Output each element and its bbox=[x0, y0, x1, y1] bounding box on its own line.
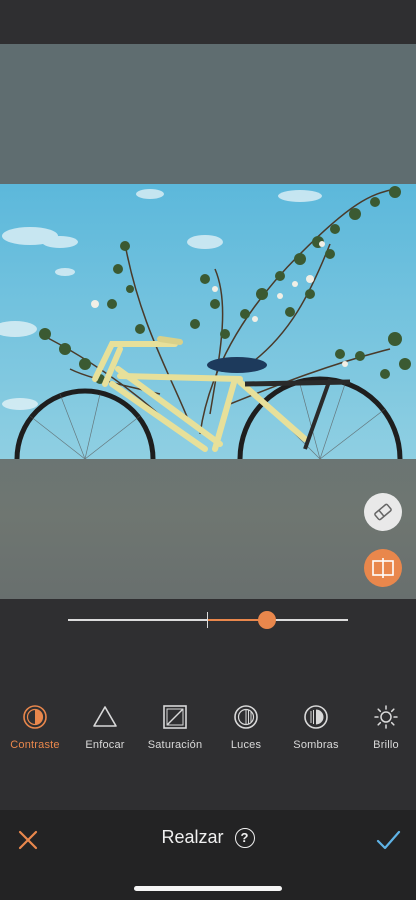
tool-contrast[interactable]: Contraste bbox=[0, 700, 71, 751]
tool-label: Enfocar bbox=[85, 739, 125, 751]
tool-saturation[interactable]: Saturación bbox=[139, 700, 211, 751]
tool-label: Luces bbox=[230, 739, 262, 751]
highlights-icon bbox=[234, 705, 258, 729]
editor-title-group: Realzar ? bbox=[0, 827, 416, 848]
adjustment-slider[interactable] bbox=[68, 611, 348, 629]
tool-brightness[interactable]: Brillo bbox=[350, 700, 416, 751]
split-compare-icon bbox=[372, 558, 394, 578]
confirm-button[interactable] bbox=[374, 826, 402, 854]
tool-label: Saturación bbox=[147, 739, 203, 751]
shadows-icon bbox=[304, 705, 328, 729]
slider-thumb[interactable] bbox=[258, 611, 276, 629]
tool-label: Brillo bbox=[373, 739, 399, 751]
eraser-icon bbox=[374, 503, 392, 521]
compare-split-button[interactable] bbox=[364, 549, 402, 587]
help-icon[interactable]: ? bbox=[234, 828, 255, 848]
checkmark-icon bbox=[376, 830, 401, 850]
status-bar bbox=[0, 0, 416, 44]
eraser-button[interactable] bbox=[364, 493, 402, 531]
canvas-background-bottom bbox=[0, 459, 416, 599]
brightness-icon bbox=[374, 705, 398, 729]
tool-label: Sombras bbox=[293, 739, 339, 751]
saturation-icon bbox=[163, 705, 187, 729]
canvas-background-top bbox=[0, 44, 416, 184]
slider-center-mark bbox=[207, 612, 208, 628]
tool-sharpen[interactable]: Enfocar bbox=[69, 700, 141, 751]
tool-label: Contraste bbox=[10, 739, 60, 751]
image-canvas[interactable] bbox=[0, 44, 416, 599]
photo-bicycle-branches[interactable] bbox=[0, 184, 416, 459]
editor-title: Realzar bbox=[161, 827, 224, 847]
tool-highlights[interactable]: Luces bbox=[210, 700, 282, 751]
tool-shadows[interactable]: Sombras bbox=[280, 700, 352, 751]
adjustment-tool-bar: Contraste Enfocar Saturación Luces Sombr… bbox=[0, 700, 416, 760]
bottom-action-bar: Realzar ? bbox=[0, 810, 416, 900]
contrast-icon bbox=[23, 705, 47, 729]
home-indicator bbox=[134, 886, 282, 891]
sharpen-icon bbox=[93, 706, 117, 727]
